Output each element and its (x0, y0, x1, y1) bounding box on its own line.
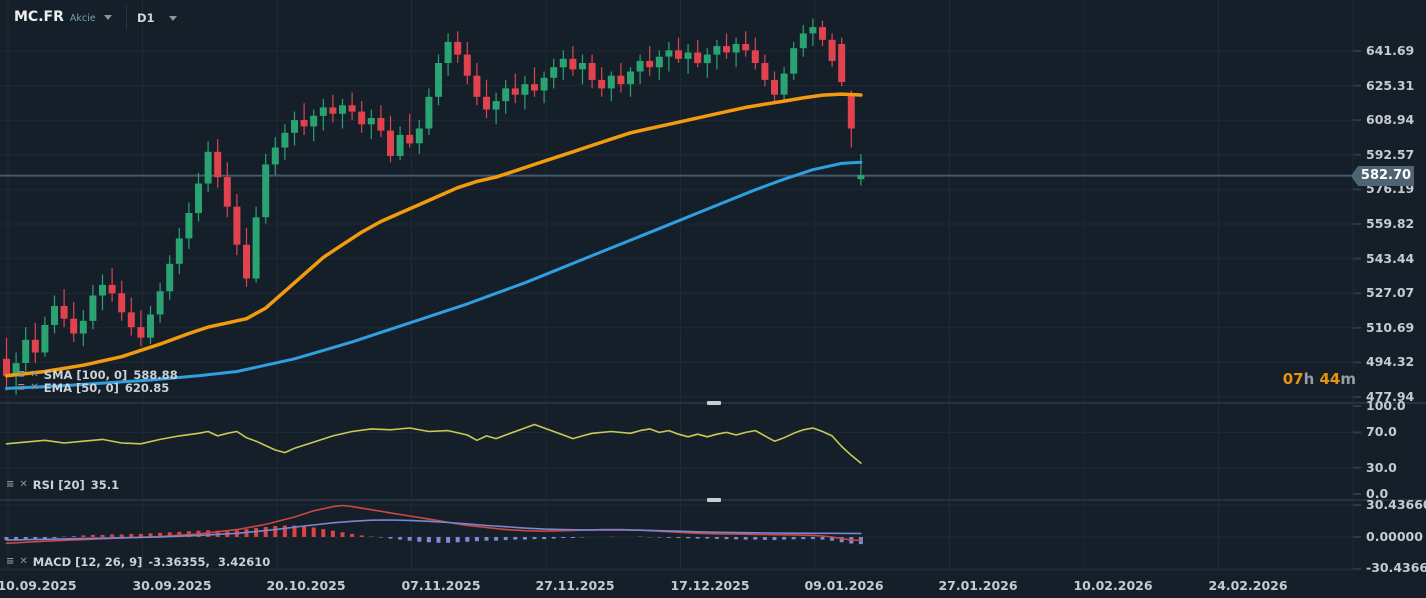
sma-label: SMA [100, 0] (43, 368, 128, 382)
date-tick-label: 27.01.2026 (938, 578, 1018, 593)
candlestick-chart-canvas[interactable] (0, 0, 1426, 598)
date-tick-label: 27.11.2025 (535, 578, 615, 593)
rsi-label: RSI [20] (32, 478, 85, 492)
indicator-settings-icon[interactable]: ≡ (17, 382, 25, 394)
price-tick-label: 592.57 (1366, 147, 1415, 162)
trading-chart-window: MC.FR Akcie D1 ≡ ✕ SMA [100, 0] 588.88 ≡… (0, 0, 1426, 598)
date-tick-label: 10.09.2025 (0, 578, 77, 593)
macd-scale-label: 0.00000 (1366, 529, 1423, 544)
macd-scale-label: -30.4366 (1366, 560, 1426, 575)
macd-value: -3.36355, 3.42610 (148, 555, 271, 569)
date-tick-label: 30.09.2025 (132, 578, 212, 593)
price-tick-label: 559.82 (1366, 216, 1415, 231)
price-tick-label: 608.94 (1366, 112, 1415, 127)
indicator-remove-icon[interactable]: ✕ (30, 369, 38, 381)
current-price-badge: 582.70 (1351, 166, 1414, 186)
ema-label: EMA [50, 0] (43, 381, 119, 395)
rsi-value: 35.1 (90, 478, 120, 492)
indicator-settings-icon[interactable]: ≡ (6, 479, 14, 491)
date-tick-label: 10.02.2026 (1073, 578, 1153, 593)
pane-resize-handle[interactable] (707, 401, 721, 405)
pane-resize-handle[interactable] (707, 498, 721, 502)
price-tick-label: 641.69 (1366, 43, 1415, 58)
date-tick-label: 20.10.2025 (266, 578, 346, 593)
price-tick-label: 625.31 (1366, 78, 1415, 93)
macd-legend-row: ≡ ✕ MACD [12, 26, 9] -3.36355, 3.42610 (6, 555, 270, 569)
symbol-label: MC.FR (14, 9, 64, 25)
indicator-settings-icon[interactable]: ≡ (17, 369, 25, 381)
rsi-legend-row: ≡ ✕ RSI [20] 35.1 (6, 478, 119, 492)
indicator-remove-icon[interactable]: ✕ (19, 479, 27, 491)
price-tick-label: 543.44 (1366, 251, 1415, 266)
date-tick-label: 09.01.2026 (804, 578, 884, 593)
rsi-scale-label: 70.0 (1366, 424, 1397, 439)
instrument-type-label: Akcie (69, 12, 96, 24)
indicator-remove-icon[interactable]: ✕ (30, 382, 38, 394)
rsi-scale-label: 30.0 (1366, 460, 1397, 475)
ema-legend-row: ≡ ✕ EMA [50, 0] 620.85 (17, 381, 169, 395)
sma-value: 588.88 (133, 368, 178, 382)
indicator-settings-icon[interactable]: ≡ (6, 556, 14, 568)
date-tick-label: 24.02.2026 (1208, 578, 1288, 593)
header-divider (126, 6, 127, 30)
price-tick-label: 510.69 (1366, 320, 1415, 335)
countdown-minutes-unit: m (1340, 370, 1356, 388)
instrument-header[interactable]: MC.FR Akcie (14, 9, 112, 25)
price-tick-label: 527.07 (1366, 285, 1415, 300)
indicator-remove-icon[interactable]: ✕ (19, 556, 27, 568)
ema-value: 620.85 (124, 381, 170, 395)
timeframe-selector[interactable]: D1 (137, 11, 177, 25)
countdown-minutes: 44 (1319, 370, 1341, 388)
date-tick-label: 17.12.2025 (670, 578, 750, 593)
date-tick-label: 07.11.2025 (401, 578, 481, 593)
chevron-down-icon[interactable] (168, 15, 177, 21)
countdown-hours: 07 (1282, 370, 1304, 388)
session-countdown: 07h 44m (1283, 370, 1356, 388)
timeframe-label: D1 (137, 11, 155, 25)
macd-scale-label: 30.43660 (1366, 497, 1426, 512)
macd-label: MACD [12, 26, 9] (32, 555, 143, 569)
sma-legend-row: ≡ ✕ SMA [100, 0] 588.88 (17, 368, 178, 382)
price-tick-label: 494.32 (1366, 354, 1415, 369)
countdown-hours-unit: h (1303, 370, 1315, 388)
chevron-down-icon[interactable] (103, 14, 112, 20)
rsi-scale-label: 100.0 (1366, 398, 1406, 413)
